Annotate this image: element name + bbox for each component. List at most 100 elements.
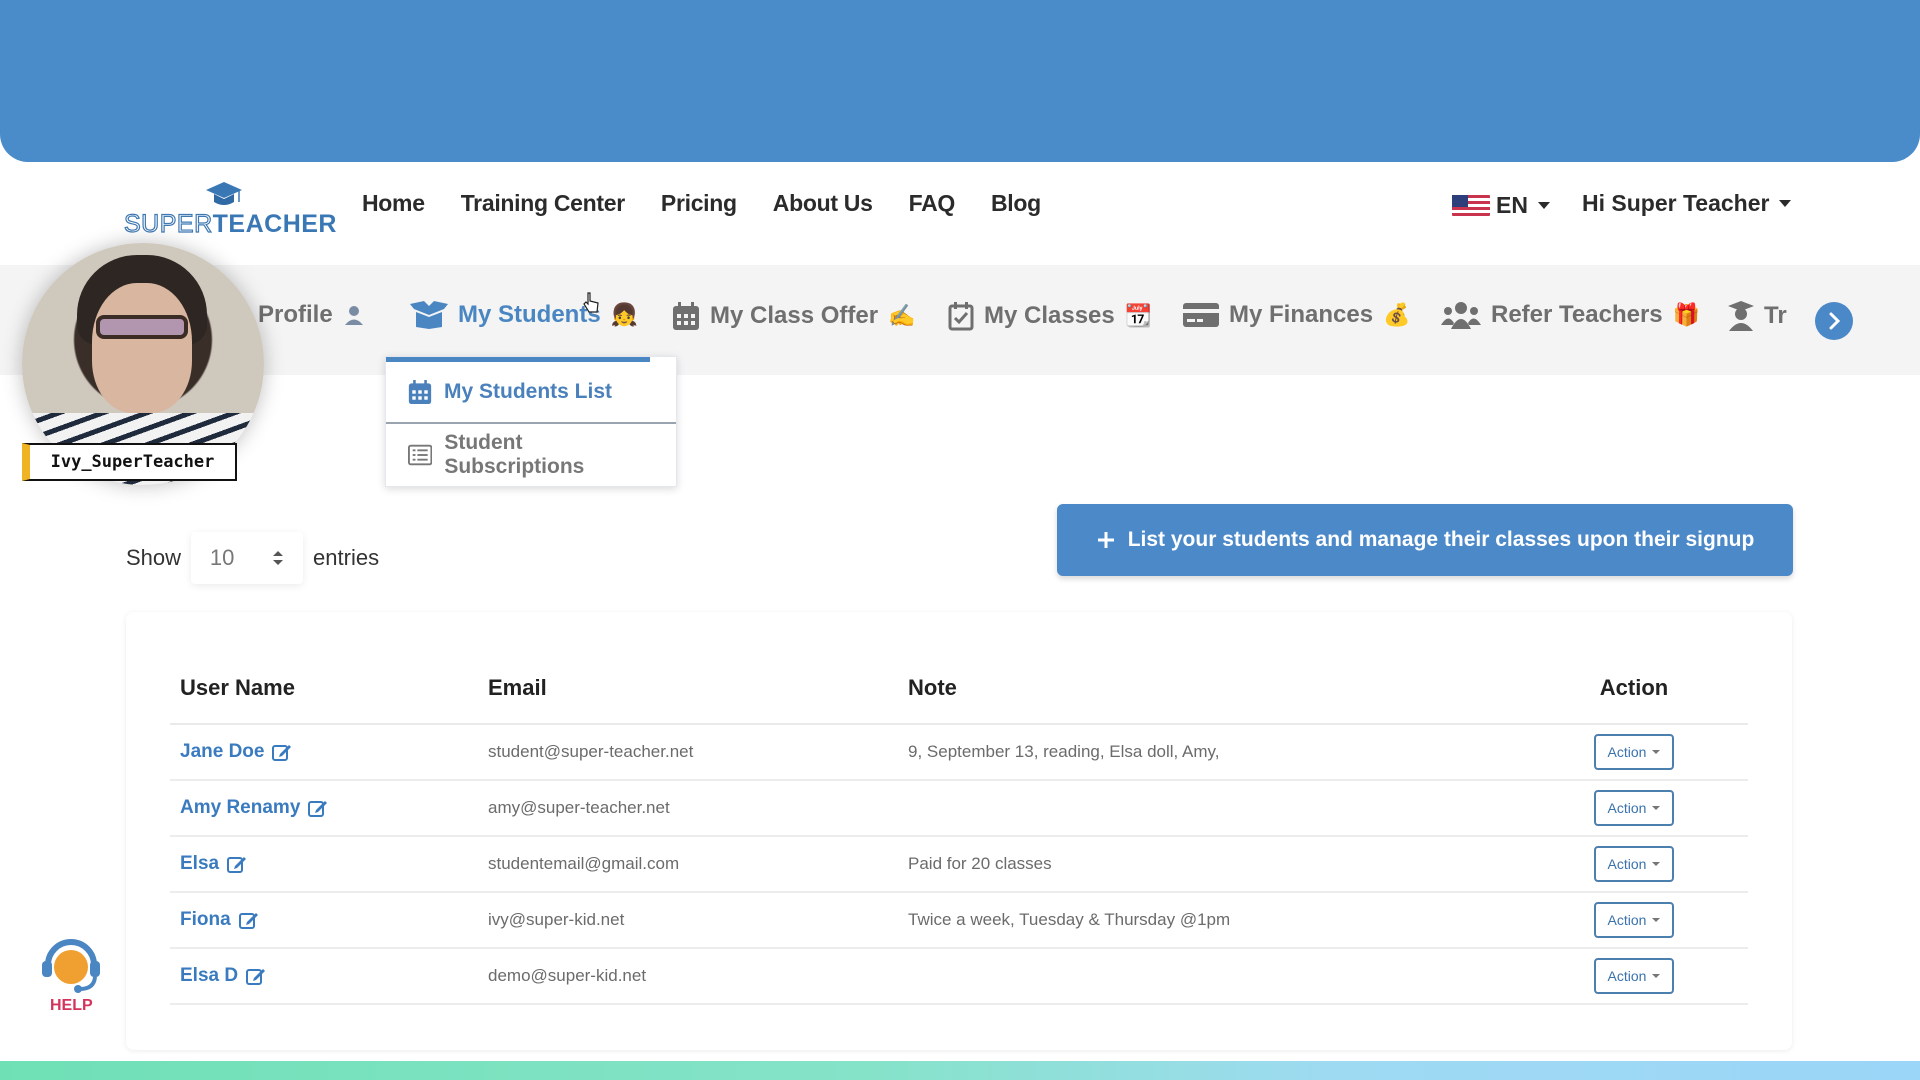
hand-pointer-icon [583, 292, 599, 313]
entries-label: entries [313, 545, 380, 570]
credit-card-icon [1183, 303, 1219, 327]
main-nav: Home Training Center Pricing About Us FA… [362, 190, 1041, 217]
logo-teacher: TEACHER [212, 210, 337, 238]
cell-note [908, 948, 1520, 1005]
username-text: Elsa D [180, 965, 239, 986]
action-label: Action [1607, 744, 1647, 760]
caret-down-icon [1537, 202, 1550, 209]
tab-label: Refer Teachers [1491, 301, 1663, 328]
table-row: Elsa studentemail@gmail.com Paid for 20 cl… [170, 836, 1748, 893]
tab-profile[interactable]: Profile [258, 301, 365, 329]
menu-item-my-students-list[interactable]: My Students List [386, 362, 676, 424]
tab-label: My Finances [1229, 301, 1374, 328]
username-link[interactable]: Amy Renamy [180, 797, 328, 819]
action-dropdown-button[interactable]: Action [1593, 790, 1675, 826]
edit-icon[interactable] [272, 742, 292, 762]
show-entries: Show 10 entries [126, 532, 379, 584]
tab-my-students[interactable]: My Students 👧 [410, 301, 638, 329]
username-text: Amy Renamy [180, 797, 301, 818]
cell-note: 9, September 13, reading, Elsa doll, Amy… [908, 724, 1520, 781]
caret-down-icon [1652, 862, 1661, 866]
edit-icon[interactable] [227, 854, 247, 874]
chevron-right-icon [1829, 312, 1841, 330]
add-students-button[interactable]: List your students and manage their clas… [1057, 504, 1793, 576]
header-email[interactable]: Email [488, 652, 908, 725]
cell-note [908, 780, 1520, 837]
caret-down-icon [1652, 918, 1661, 922]
tab-refer-teachers[interactable]: Refer Teachers 🎁 [1441, 301, 1700, 329]
action-dropdown-button[interactable]: Action [1593, 734, 1675, 770]
tab-label: My Class Offer [710, 302, 879, 329]
username-link[interactable]: Fiona [180, 909, 259, 931]
edit-icon[interactable] [308, 798, 328, 818]
webcam-glasses [96, 315, 188, 339]
calendar-icon [408, 380, 432, 404]
site-header: SUPERTEACHER Home Training Center Pricin… [0, 162, 1920, 265]
nav-blog[interactable]: Blog [991, 190, 1041, 217]
list-icon [408, 444, 433, 466]
teacher-icon [1728, 301, 1754, 331]
table-row: Amy Renamy amy@super-teacher.net Action [170, 780, 1748, 837]
top-banner [0, 0, 1920, 162]
menu-item-label: My Students List [444, 380, 613, 403]
cell-username: Fiona [170, 892, 488, 949]
caret-down-icon [1652, 974, 1661, 978]
tab-label: Profile [258, 301, 333, 328]
sort-icon [273, 551, 284, 565]
action-label: Action [1607, 800, 1647, 816]
box-open-icon [410, 301, 448, 329]
action-dropdown-button[interactable]: Action [1593, 902, 1675, 938]
footer-gradient-strip [0, 1061, 1920, 1080]
students-table: User Name Email Note Action Jane Doe stud… [170, 652, 1748, 1005]
entries-select[interactable]: 10 [191, 532, 304, 584]
money-bag-emoji-icon: 💰 [1383, 302, 1411, 327]
table-row: Fiona ivy@super-kid.net Twice a week, Tues… [170, 892, 1748, 949]
action-dropdown-button[interactable]: Action [1593, 846, 1675, 882]
girl-emoji-icon: 👧 [610, 302, 639, 327]
help-label: HELP [50, 997, 93, 1014]
tab-training[interactable]: Tr [1728, 301, 1787, 331]
user-greeting: Hi Super Teacher [1582, 190, 1770, 216]
plus-icon [1097, 532, 1114, 548]
username-link[interactable]: Elsa [180, 853, 247, 875]
user-icon [344, 306, 363, 325]
logo[interactable]: SUPERTEACHER [123, 180, 336, 242]
calendar-emoji-icon: 📆 [1124, 303, 1153, 328]
caret-down-icon [1652, 750, 1661, 754]
header-username[interactable]: User Name [170, 652, 488, 725]
table-body: Jane Doe student@super-teacher.net 9, Sept… [170, 724, 1748, 1005]
edit-icon[interactable] [246, 966, 266, 986]
graduation-cap-icon [206, 182, 242, 205]
username-text: Jane Doe [180, 741, 265, 762]
calendar-icon [673, 302, 699, 330]
help-widget[interactable]: HELP [38, 935, 104, 1015]
nav-training-center[interactable]: Training Center [461, 190, 626, 217]
user-menu[interactable]: Hi Super Teacher [1582, 190, 1792, 217]
nav-pricing[interactable]: Pricing [661, 190, 737, 217]
menu-item-student-subscriptions[interactable]: Student Subscriptions [386, 424, 676, 486]
language-label: EN [1496, 192, 1528, 218]
header-action: Action [1520, 652, 1748, 725]
edit-icon[interactable] [238, 910, 259, 930]
language-selector[interactable]: EN [1452, 192, 1550, 219]
nav-about-us[interactable]: About Us [773, 190, 873, 217]
calendar-check-icon [948, 302, 974, 331]
username-link[interactable]: Jane Doe [180, 741, 292, 763]
table-row: Elsa D demo@super-kid.net Action [170, 948, 1748, 1005]
tab-my-finances[interactable]: My Finances 💰 [1183, 301, 1410, 329]
tab-my-classes[interactable]: My Classes 📆 [948, 301, 1152, 331]
username-link[interactable]: Elsa D [180, 965, 266, 987]
cell-action: Action [1520, 724, 1748, 781]
nav-home[interactable]: Home [362, 190, 425, 217]
action-dropdown-button[interactable]: Action [1593, 958, 1675, 994]
us-flag-icon [1452, 195, 1490, 216]
entries-value: 10 [209, 545, 235, 570]
nav-faq[interactable]: FAQ [909, 190, 956, 217]
logo-text: SUPERTEACHER [123, 209, 337, 239]
header-note[interactable]: Note [908, 652, 1520, 725]
cell-email: studentemail@gmail.com [488, 836, 908, 893]
tab-my-class-offer[interactable]: My Class Offer ✍️ [672, 301, 915, 331]
my-students-dropdown: My Students List Student Subscriptions [385, 356, 677, 487]
show-label: Show [126, 545, 182, 570]
nav-next-button[interactable] [1815, 302, 1853, 340]
